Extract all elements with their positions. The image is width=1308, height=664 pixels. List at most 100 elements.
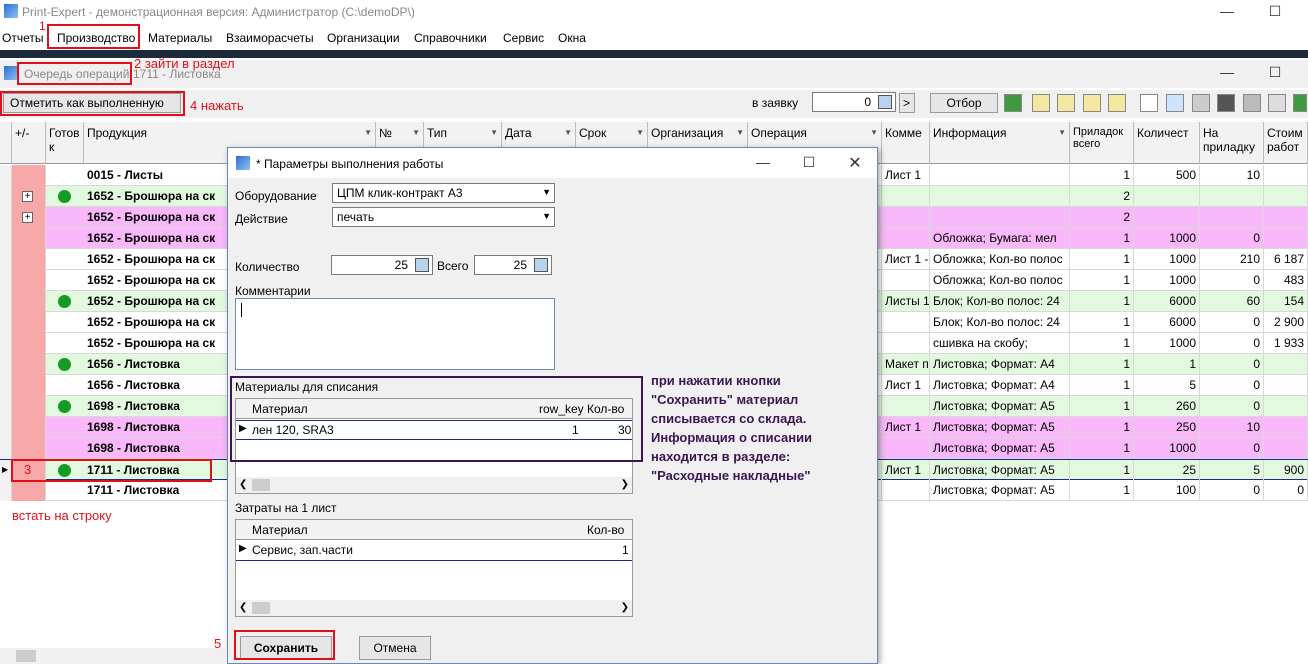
cell-cost[interactable]: 6 187 — [1264, 249, 1308, 270]
cell-cost[interactable] — [1264, 228, 1308, 249]
cell-info[interactable] — [930, 207, 1070, 228]
menu-materials[interactable]: Материалы — [148, 31, 212, 45]
cell-info[interactable]: Обложка; Кол-во полос — [930, 249, 1070, 270]
equipment-select[interactable]: ЦПМ клик-контракт А3 ▼ — [332, 183, 555, 203]
menu-reports[interactable]: Отчеты — [2, 31, 43, 45]
filter-button[interactable]: Отбор — [930, 93, 998, 113]
menu-directories[interactable]: Справочники — [414, 31, 487, 45]
cell-cost[interactable]: 0 — [1264, 480, 1308, 501]
cell-per-setup[interactable]: 10 — [1200, 417, 1264, 438]
row-selector[interactable] — [0, 480, 12, 501]
cell-comment[interactable]: Листы 1 — [882, 291, 930, 312]
cell-setups-total[interactable]: 1 — [1070, 354, 1134, 375]
filter-dropdown-icon[interactable]: ▼ — [412, 128, 420, 137]
cell-quantity[interactable]: 1000 — [1134, 270, 1200, 291]
calculator-icon[interactable] — [878, 95, 892, 109]
cell-setups-total[interactable]: 1 — [1070, 291, 1134, 312]
scroll-thumb[interactable] — [252, 479, 270, 491]
to-order-input[interactable]: 0 — [812, 92, 896, 112]
costs-col-material[interactable]: Материал — [252, 523, 308, 537]
cell-cost[interactable] — [1264, 165, 1308, 186]
cell-info[interactable]: Листовка; Формат: А4 — [930, 354, 1070, 375]
cell-cost[interactable] — [1264, 375, 1308, 396]
cell-per-setup[interactable]: 0 — [1200, 375, 1264, 396]
cell-setups-total[interactable]: 1 — [1070, 396, 1134, 417]
chevron-down-icon[interactable]: ▼ — [542, 211, 551, 221]
cell-info[interactable]: Листовка; Формат: А5 — [930, 480, 1070, 501]
expand-plus-icon[interactable]: + — [22, 191, 33, 202]
cell-per-setup[interactable] — [1200, 207, 1264, 228]
dialog-maximize-icon[interactable]: ☐ — [798, 154, 820, 172]
scroll-left-icon[interactable]: ❮ — [239, 602, 247, 613]
cell-quantity[interactable]: 25 — [1134, 460, 1200, 481]
cancel-button[interactable]: Отмена — [359, 636, 431, 660]
excel-icon[interactable] — [1004, 94, 1022, 112]
cell-quantity[interactable]: 1000 — [1134, 249, 1200, 270]
cell-quantity[interactable]: 6000 — [1134, 291, 1200, 312]
scroll-right-icon[interactable]: ❯ — [621, 479, 629, 490]
cell-quantity[interactable]: 5 — [1134, 375, 1200, 396]
cell-setups-total[interactable]: 1 — [1070, 333, 1134, 354]
menu-organizations[interactable]: Организации — [327, 31, 400, 45]
cell-per-setup[interactable]: 0 — [1200, 354, 1264, 375]
undo-icon[interactable] — [1268, 94, 1286, 112]
cell-comment[interactable] — [882, 312, 930, 333]
col-header-comment[interactable]: Комме — [882, 122, 930, 164]
cell-setups-total[interactable]: 1 — [1070, 312, 1134, 333]
cell-quantity[interactable]: 250 — [1134, 417, 1200, 438]
cell-comment[interactable]: Лист 1 - — [882, 249, 930, 270]
filter-dropdown-icon[interactable]: ▼ — [736, 128, 744, 137]
cell-cost[interactable] — [1264, 354, 1308, 375]
cell-comment[interactable]: Лист 1 — [882, 417, 930, 438]
next-button[interactable]: > — [899, 93, 915, 113]
cell-info[interactable]: Листовка; Формат: А5 — [930, 417, 1070, 438]
comments-textarea[interactable] — [235, 298, 555, 370]
folder-icon[interactable] — [1083, 94, 1101, 112]
menu-windows[interactable]: Окна — [558, 31, 586, 45]
cell-quantity[interactable] — [1134, 207, 1200, 228]
cell-setups-total[interactable]: 1 — [1070, 249, 1134, 270]
cell-info[interactable]: Обложка; Бумага: мел — [930, 228, 1070, 249]
cell-quantity[interactable]: 1000 — [1134, 438, 1200, 459]
cell-cost[interactable]: 1 933 — [1264, 333, 1308, 354]
cell-cost[interactable] — [1264, 186, 1308, 207]
cell-cost[interactable]: 900 — [1264, 460, 1308, 481]
cell-per-setup[interactable]: 10 — [1200, 165, 1264, 186]
cell-comment[interactable] — [882, 207, 930, 228]
cell-quantity[interactable]: 500 — [1134, 165, 1200, 186]
cell-per-setup[interactable]: 5 — [1200, 460, 1264, 481]
cell-setups-total[interactable]: 1 — [1070, 228, 1134, 249]
scroll-thumb[interactable] — [252, 602, 270, 614]
row-selector[interactable] — [0, 312, 12, 333]
filter-dropdown-icon[interactable]: ▼ — [636, 128, 644, 137]
row-selector[interactable] — [0, 417, 12, 438]
cell-cost[interactable] — [1264, 417, 1308, 438]
sub-maximize-icon[interactable]: ☐ — [1264, 64, 1286, 82]
row-selector[interactable] — [0, 438, 12, 459]
cell-quantity[interactable]: 6000 — [1134, 312, 1200, 333]
row-selector[interactable] — [0, 228, 12, 249]
cell-comment[interactable]: Макет п — [882, 354, 930, 375]
scroll-thumb[interactable] — [16, 650, 36, 662]
refresh-icon[interactable] — [1293, 94, 1307, 112]
cell-comment[interactable] — [882, 480, 930, 501]
dialog-minimize-icon[interactable]: — — [752, 154, 774, 172]
materials-scrollbar[interactable]: ❮ ❯ — [236, 477, 632, 493]
row-selector[interactable] — [0, 165, 12, 186]
cell-quantity[interactable]: 260 — [1134, 396, 1200, 417]
cell-comment[interactable] — [882, 270, 930, 291]
cell-quantity[interactable]: 1 — [1134, 354, 1200, 375]
cell-comment[interactable] — [882, 228, 930, 249]
cell-comment[interactable]: Лист 1 — [882, 460, 930, 481]
folder-open-icon[interactable] — [1032, 94, 1050, 112]
cell-setups-total[interactable]: 1 — [1070, 417, 1134, 438]
dialog-close-icon[interactable]: ✕ — [844, 153, 866, 172]
cell-per-setup[interactable]: 0 — [1200, 396, 1264, 417]
col-header-setups-total[interactable]: Приладок всего — [1070, 122, 1134, 164]
cell-info[interactable]: Листовка; Формат: А5 — [930, 396, 1070, 417]
cell-quantity[interactable]: 100 — [1134, 480, 1200, 501]
cell-comment[interactable] — [882, 186, 930, 207]
cell-cost[interactable]: 483 — [1264, 270, 1308, 291]
edit-icon[interactable] — [1166, 94, 1184, 112]
row-selector[interactable] — [0, 396, 12, 417]
